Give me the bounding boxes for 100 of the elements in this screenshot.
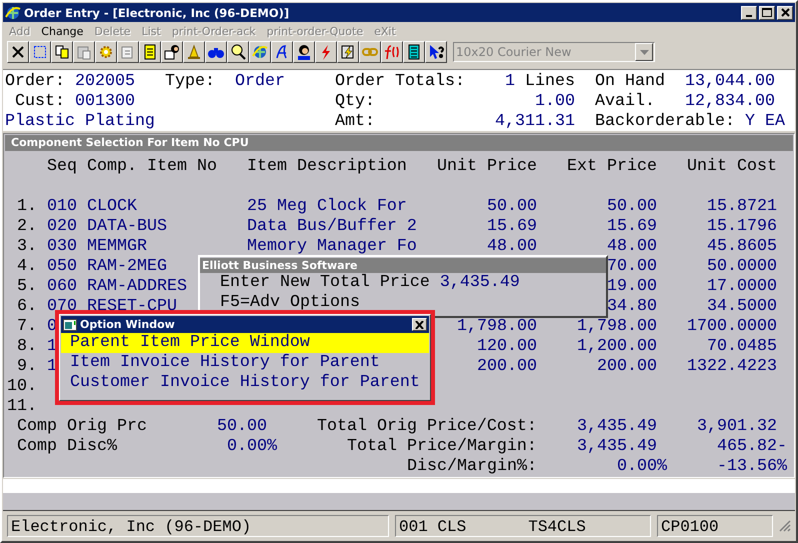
column-header: Ext Price [567, 157, 657, 177]
toolbar-button[interactable] [425, 41, 447, 63]
field-value: Plastic Plating [5, 112, 155, 132]
row-number: 7. [17, 317, 37, 337]
row-number: 5. [17, 277, 37, 297]
summary-label: Comp Disc% [17, 437, 117, 457]
menu-item[interactable]: Change [41, 24, 84, 38]
dialog-title: Elliott Business Software [200, 258, 606, 273]
field-value: 202005 [75, 72, 135, 92]
table-cell: 200.00 [597, 357, 657, 377]
price-input[interactable]: 3,435.49 [440, 273, 520, 293]
summary-value: 0.00% [617, 457, 667, 477]
toolbar-button[interactable] [29, 41, 51, 63]
field-label: Type: [165, 72, 215, 92]
dashed-rectangle-icon [31, 43, 49, 61]
status-program: CP0100 [657, 514, 773, 536]
column-header: Item Description [247, 157, 407, 177]
column-header: Unit Price [437, 157, 537, 177]
toolbar-button[interactable] [227, 41, 249, 63]
field-value: Order [235, 72, 285, 92]
status-user: 001 CLS [399, 516, 466, 536]
close-button[interactable] [777, 6, 793, 20]
summary-value: 3,901.32 [697, 417, 777, 437]
table-cell: 15.8721 [707, 197, 777, 217]
toolbar-button[interactable] [139, 41, 161, 63]
table-cell: RAM-ADDRES [87, 277, 187, 297]
table-cell: Data Bus/Buffer 2 [247, 217, 417, 237]
column-header: Unit Cost [687, 157, 777, 177]
window-title: Option Window [80, 318, 176, 331]
pointer-icon [427, 43, 445, 61]
table-cell: 030 [47, 237, 77, 257]
toolbar-button[interactable] [271, 41, 293, 63]
toolbar-button[interactable] [403, 41, 425, 63]
resize-grip-icon [779, 520, 791, 532]
summary-label: Total Price/Margin: [347, 437, 537, 457]
row-number: 9. [17, 357, 37, 377]
row-number: 1. [17, 197, 37, 217]
maximize-button[interactable] [759, 6, 775, 20]
field-value: 1 [505, 72, 515, 92]
field-label: Amt: [335, 112, 375, 132]
field-label: Order Totals: [335, 72, 465, 92]
toolbar-button[interactable] [293, 41, 315, 63]
row-number: 4. [17, 257, 37, 277]
table-cell: 48.00 [487, 237, 537, 257]
field-label: Qty: [335, 92, 375, 112]
window-icon [63, 318, 77, 330]
minimize-button[interactable] [741, 6, 757, 20]
close-icon [780, 8, 790, 17]
copy-icon [53, 43, 71, 61]
option-item[interactable]: Parent Item Price Window [61, 333, 429, 353]
panel-title: Component Selection For Item No CPU [5, 135, 793, 151]
toolbar-button[interactable] [249, 41, 271, 63]
status-terminal: TS4CLS [528, 516, 586, 536]
toolbar-button[interactable] [51, 41, 73, 63]
toolbar-button[interactable] [337, 41, 359, 63]
table-cell: 1 [47, 337, 57, 357]
toolbar-button[interactable] [183, 41, 205, 63]
globe-icon [5, 4, 21, 20]
summary-label: Disc/Margin%: [407, 457, 537, 477]
table-cell: 70.00 [607, 257, 657, 277]
field-value: 1.00 [535, 92, 575, 112]
field-label: Avail. [595, 92, 655, 112]
option-item[interactable]: Customer Invoice History for Parent [61, 373, 429, 393]
option-item[interactable]: Item Invoice History for Parent [61, 353, 429, 373]
table-cell: 45.8605 [707, 237, 777, 257]
row-number: 3. [17, 237, 37, 257]
toolbar-button[interactable] [161, 41, 183, 63]
table-cell: 120.00 [477, 337, 537, 357]
close-button[interactable] [412, 318, 427, 331]
table-cell: 70.0485 [707, 337, 777, 357]
toolbar-button[interactable] [315, 41, 337, 63]
globe-icon [251, 43, 269, 61]
table-cell: 050 [47, 257, 77, 277]
summary-value: 3,435.49 [577, 437, 657, 457]
column-header: Seq [47, 157, 77, 177]
table-cell: 1,798.00 [457, 317, 537, 337]
function-curves-icon [383, 43, 401, 61]
row-number: 6. [17, 297, 37, 317]
table-cell: RESET-CPU [87, 297, 177, 317]
row-number: 8. [17, 337, 37, 357]
table-cell: 50.00 [607, 197, 657, 217]
toolbar-button[interactable] [7, 41, 29, 63]
table-cell: 50.0000 [707, 257, 777, 277]
maximize-icon [762, 8, 772, 17]
toolbar-button[interactable] [117, 41, 139, 63]
row-number: 10. [7, 377, 37, 397]
field-label: Order: [5, 72, 65, 92]
person-document-icon [163, 43, 181, 61]
toolbar-button[interactable] [205, 41, 227, 63]
toolbar-button[interactable] [73, 41, 95, 63]
field-label: Lines [525, 72, 575, 92]
toolbar-button[interactable] [95, 41, 117, 63]
toolbar-button[interactable] [359, 41, 381, 63]
field-value: 001300 [75, 92, 135, 112]
field-value: 4,311.31 [495, 112, 575, 132]
field-label: Cust: [15, 92, 65, 112]
hint-text: F5=Adv Options [220, 293, 360, 313]
field-value: Y EA [745, 112, 785, 132]
toolbar-button[interactable] [381, 41, 403, 63]
table-cell: CLOCK [87, 197, 137, 217]
